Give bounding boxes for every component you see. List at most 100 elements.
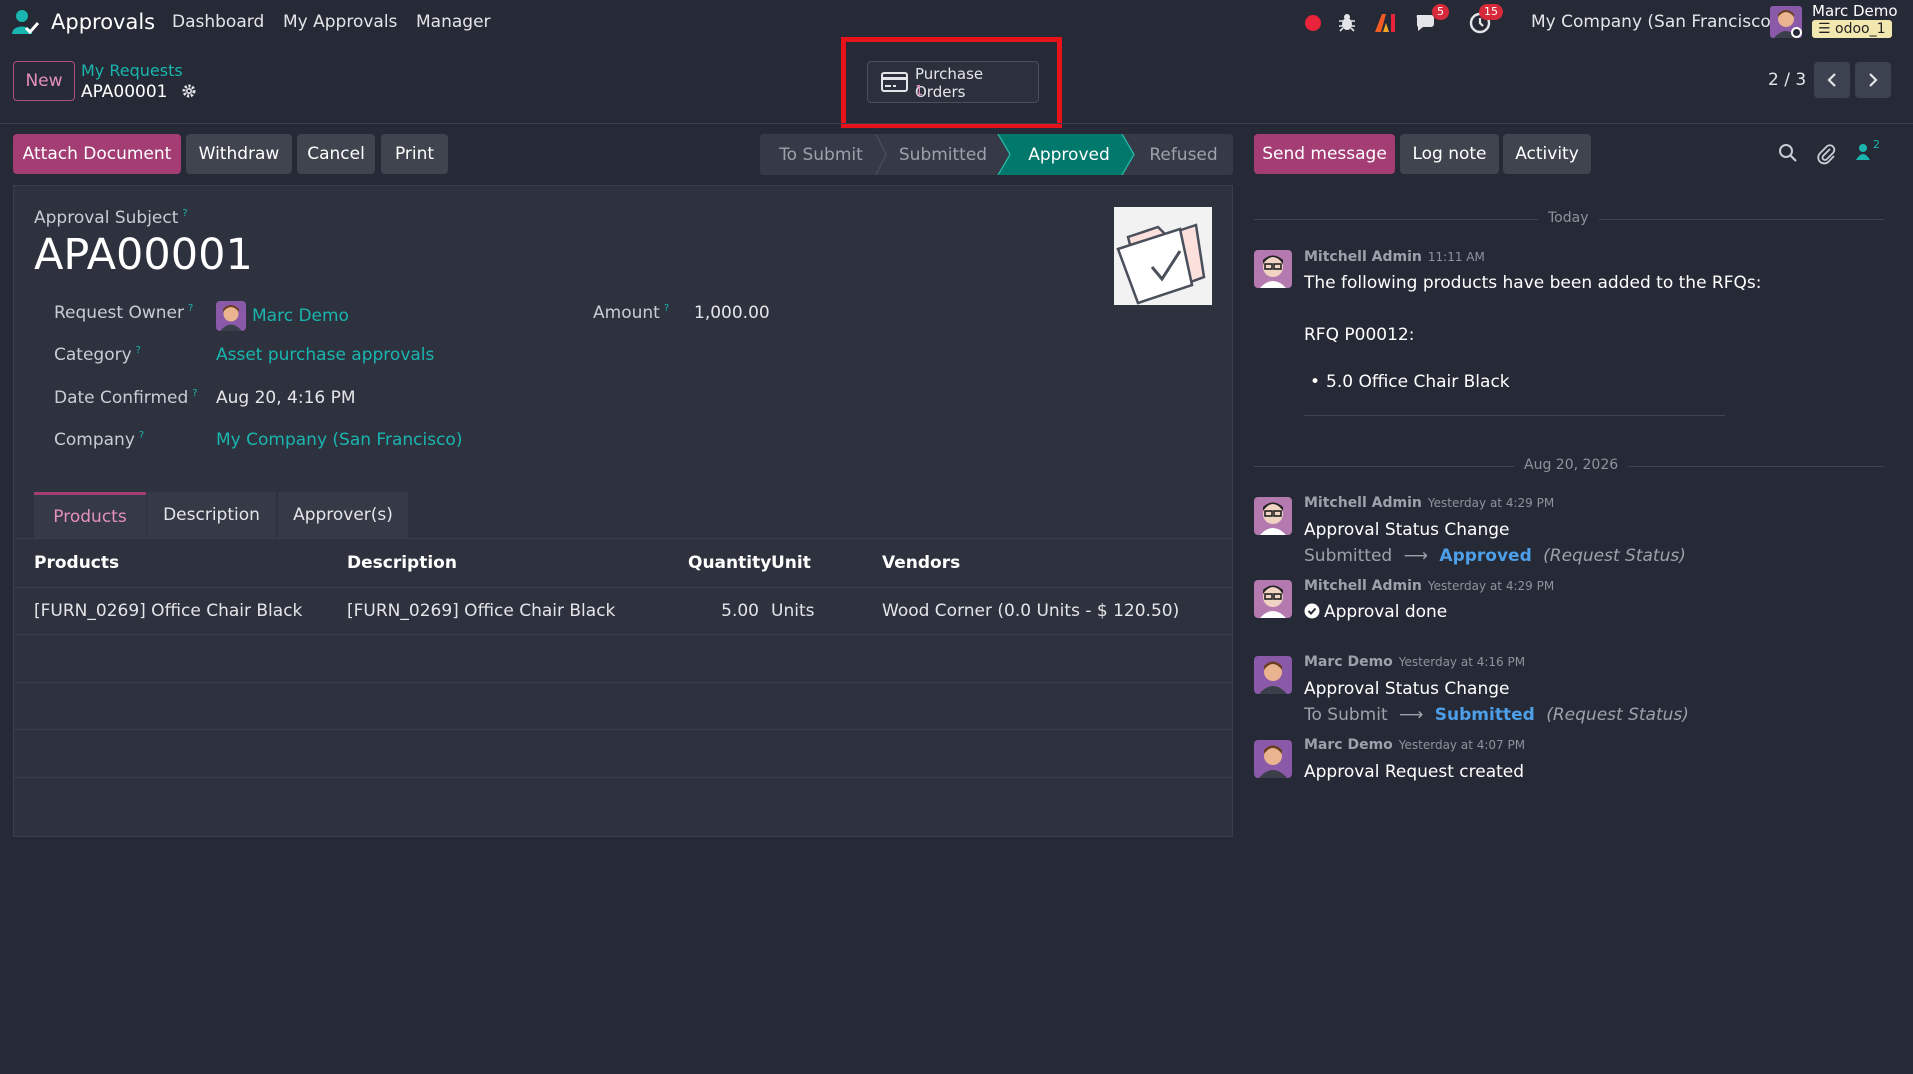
smart-button-label: Purchase Orders — [915, 65, 984, 101]
check-circle-icon — [1304, 603, 1320, 624]
help-tooltip-icon[interactable]: ? — [664, 303, 669, 314]
tracking-new-value: Submitted — [1434, 705, 1535, 725]
activities-clock-icon[interactable]: 15 — [1467, 4, 1503, 36]
table-row-divider — [13, 777, 1233, 778]
message-author[interactable]: Mitchell Admin Yesterday at 4:29 PM — [1304, 495, 1554, 511]
menu-my-approvals[interactable]: My Approvals — [283, 12, 397, 32]
message-author[interactable]: Mitchell Admin 11:11 AM — [1304, 249, 1485, 265]
paperclip-icon[interactable] — [1816, 143, 1836, 170]
author-avatar[interactable] — [1254, 497, 1292, 535]
date-confirmed-value[interactable]: Aug 20, 4:16 PM — [216, 388, 356, 408]
help-tooltip-icon[interactable]: ? — [136, 345, 141, 356]
presence-status-icon — [1791, 27, 1802, 38]
amount-label: Amount? — [593, 303, 669, 323]
message-body-text: Approval done — [1324, 602, 1448, 622]
approval-subject-value[interactable]: APA00001 — [34, 230, 253, 280]
pager-value[interactable]: 2 / 3 — [1768, 70, 1806, 90]
message-body: RFQ P00012: — [1304, 325, 1415, 345]
message-time: Yesterday at 4:07 PM — [1398, 738, 1526, 752]
send-message-button[interactable]: Send message — [1254, 134, 1395, 174]
message-bullet: • 5.0 Office Chair Black — [1310, 372, 1510, 392]
cancel-button[interactable]: Cancel — [297, 134, 375, 174]
message-time: Yesterday at 4:29 PM — [1427, 579, 1555, 593]
menu-manager[interactable]: Manager — [416, 12, 491, 32]
messages-icon[interactable]: 5 — [1413, 4, 1449, 36]
table-row-divider — [13, 682, 1233, 683]
author-avatar[interactable] — [1254, 580, 1292, 618]
status-to-submit[interactable]: To Submit — [760, 134, 882, 175]
folder-check-icon — [1116, 223, 1206, 305]
user-name[interactable]: Marc Demo — [1812, 2, 1898, 20]
breadcrumb-my-requests[interactable]: My Requests — [81, 61, 183, 80]
column-header-unit[interactable]: Unit — [771, 553, 811, 573]
author-avatar[interactable] — [1254, 250, 1292, 288]
messages-badge: 5 — [1432, 4, 1449, 20]
cell-vendors[interactable]: Wood Corner (0.0 Units - $ 120.50) — [882, 601, 1179, 621]
message-divider — [1304, 415, 1725, 416]
company-switcher[interactable]: My Company (San Francisco) — [1531, 12, 1777, 32]
ai-icon[interactable] — [1372, 10, 1398, 36]
gear-icon[interactable] — [181, 83, 197, 104]
tab-description[interactable]: Description — [146, 492, 276, 538]
print-button[interactable]: Print — [381, 134, 448, 174]
followers-button[interactable]: 2 — [1855, 138, 1880, 167]
column-header-quantity[interactable]: Quantity — [688, 553, 771, 573]
message-author-name[interactable]: Marc Demo — [1304, 654, 1393, 670]
cell-product[interactable]: [FURN_0269] Office Chair Black — [34, 601, 302, 621]
message-author[interactable]: Mitchell Admin Yesterday at 4:29 PM — [1304, 578, 1554, 594]
cell-quantity[interactable]: 5.00 — [700, 601, 759, 621]
withdraw-button[interactable]: Withdraw — [186, 134, 292, 174]
message-author-name[interactable]: Mitchell Admin — [1304, 249, 1422, 265]
column-header-vendors[interactable]: Vendors — [882, 553, 960, 573]
date-confirmed-label: Date Confirmed? — [54, 388, 198, 408]
tracking-value: To Submit ⟶ Submitted (Request Status) — [1304, 705, 1689, 725]
cell-description[interactable]: [FURN_0269] Office Chair Black — [347, 601, 615, 621]
chevron-left-icon — [1827, 73, 1836, 87]
bug-icon[interactable] — [1334, 10, 1360, 36]
app-name[interactable]: Approvals — [51, 10, 155, 34]
activity-button[interactable]: Activity — [1503, 134, 1591, 174]
status-submitted[interactable]: Submitted — [882, 134, 1004, 175]
status-approved[interactable]: Approved — [1010, 134, 1128, 175]
message-author[interactable]: Marc Demo Yesterday at 4:16 PM — [1304, 654, 1525, 670]
message-author-name[interactable]: Mitchell Admin — [1304, 578, 1422, 594]
amount-value[interactable]: 1,000.00 — [694, 303, 770, 323]
table-row-divider — [13, 634, 1233, 635]
cell-unit[interactable]: Units — [771, 601, 814, 621]
record-icon[interactable] — [1300, 10, 1326, 36]
pager-next-button[interactable] — [1855, 62, 1891, 98]
log-note-button[interactable]: Log note — [1400, 134, 1499, 174]
approvals-app-icon[interactable] — [10, 8, 40, 36]
message-author-name[interactable]: Mitchell Admin — [1304, 495, 1422, 511]
new-button[interactable]: New — [13, 61, 75, 101]
category-value[interactable]: Asset purchase approvals — [216, 345, 434, 365]
author-avatar[interactable] — [1254, 656, 1292, 694]
breadcrumb-current-label: APA00001 — [81, 82, 168, 102]
help-tooltip-icon[interactable]: ? — [192, 388, 197, 399]
menu-dashboard[interactable]: Dashboard — [172, 12, 264, 32]
author-avatar[interactable] — [1254, 740, 1292, 778]
help-tooltip-icon[interactable]: ? — [188, 303, 193, 314]
message-author-name[interactable]: Marc Demo — [1304, 737, 1393, 753]
request-owner-value[interactable]: Marc Demo — [252, 306, 349, 326]
tab-products[interactable]: Products — [34, 492, 146, 538]
database-badge[interactable]: ☰ odoo_1 — [1812, 20, 1892, 38]
search-icon[interactable] — [1778, 143, 1798, 168]
message-author[interactable]: Marc Demo Yesterday at 4:07 PM — [1304, 737, 1525, 753]
tab-approvers[interactable]: Approver(s) — [277, 492, 408, 538]
company-label-text: Company — [54, 430, 135, 450]
help-tooltip-icon[interactable]: ? — [139, 430, 144, 441]
message-body: Approval Request created — [1304, 762, 1525, 782]
help-tooltip-icon[interactable]: ? — [182, 208, 187, 219]
status-refused[interactable]: Refused — [1134, 134, 1233, 175]
database-name: odoo_1 — [1835, 21, 1886, 37]
purchase-orders-smart-button[interactable]: Purchase Orders 1 — [867, 61, 1039, 103]
pager-previous-button[interactable] — [1814, 62, 1850, 98]
request-owner-label: Request Owner? — [54, 303, 193, 323]
column-header-description[interactable]: Description — [347, 553, 457, 573]
company-value[interactable]: My Company (San Francisco) — [216, 430, 462, 450]
attach-document-button[interactable]: Attach Document — [13, 134, 181, 174]
status-bar: To Submit Submitted Approved Refused — [760, 134, 1233, 175]
message-time: 11:11 AM — [1427, 250, 1485, 264]
column-header-products[interactable]: Products — [34, 553, 119, 573]
